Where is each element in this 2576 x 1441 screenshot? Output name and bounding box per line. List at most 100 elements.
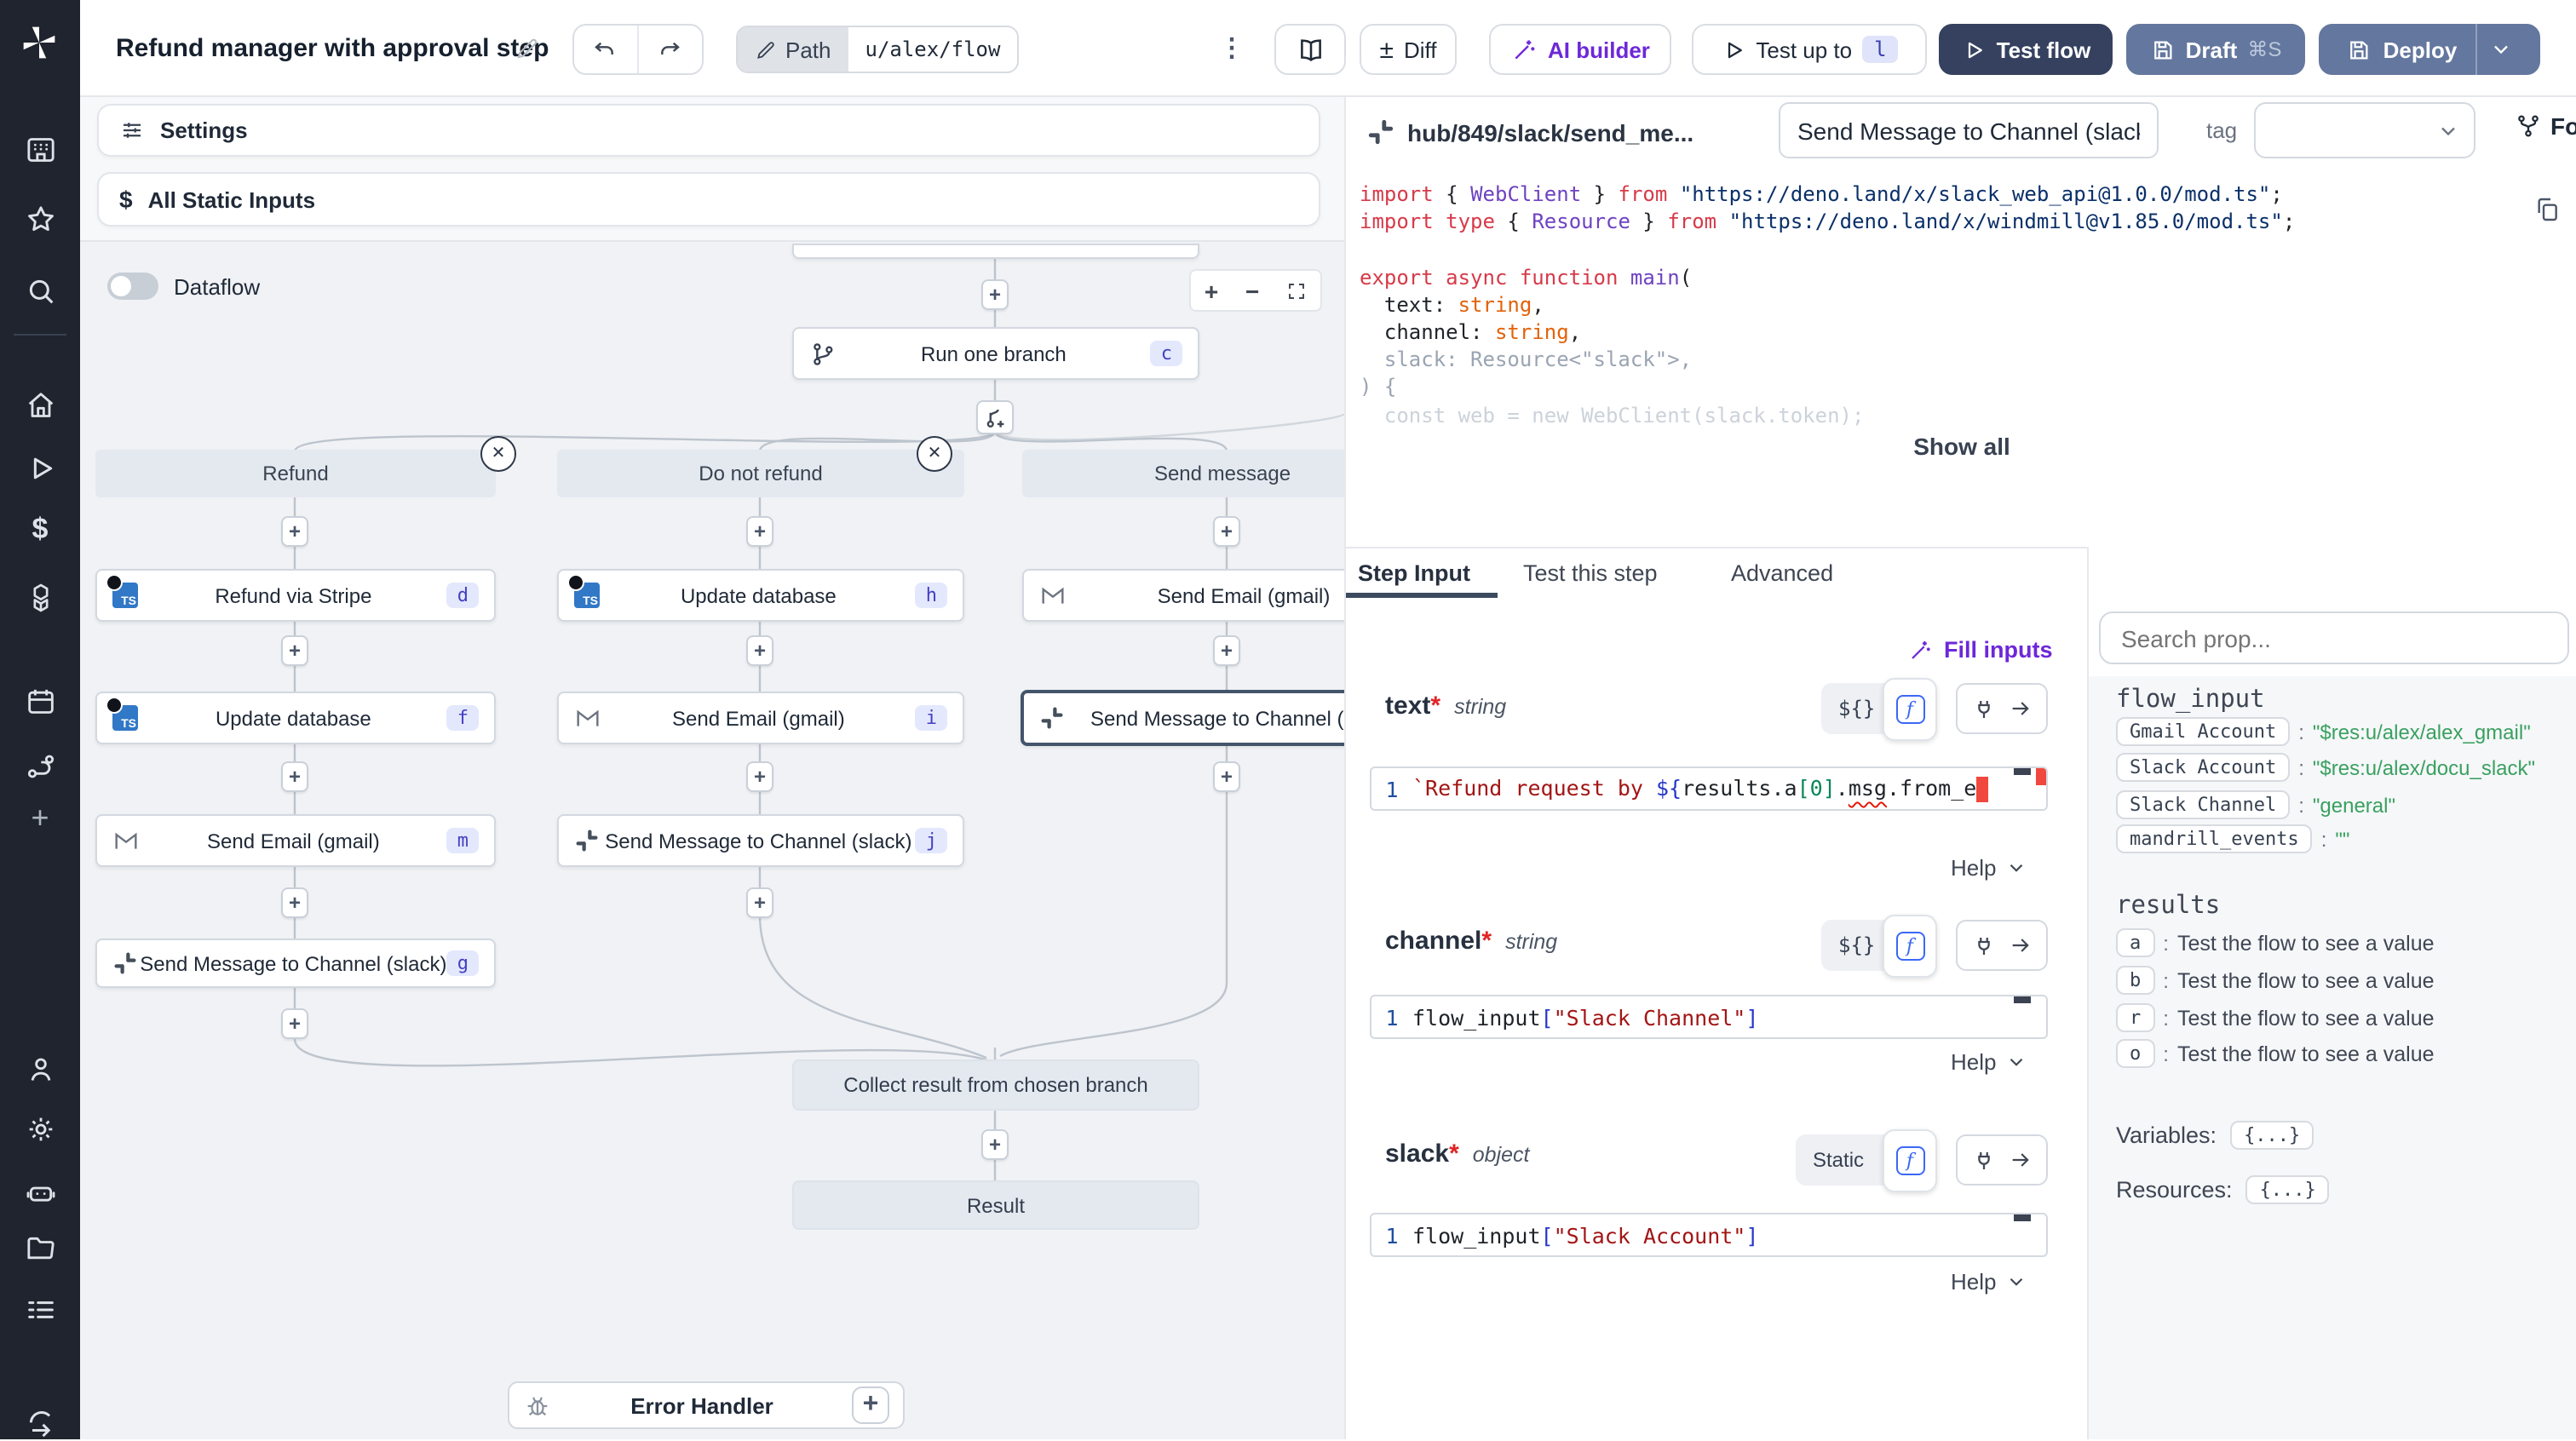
insert-step-plus[interactable]: + [746,635,773,666]
plug-icon[interactable] [1970,696,1996,721]
help-logout-icon[interactable] [0,1407,80,1441]
add-plus-icon[interactable]: + [0,801,80,836]
result-row[interactable]: b: Test the flow to see a value [2116,966,2435,995]
branch-header-do-not-refund[interactable]: Do not refund [557,450,964,497]
resources-row[interactable]: Resources: {...} [2116,1175,2330,1204]
arrow-right-icon[interactable] [2010,933,2033,957]
prop-row[interactable]: Slack Channel: "general" [2116,790,2395,819]
step-node-update-database[interactable]: TS Update database h [557,569,964,622]
audit-list-icon[interactable] [0,1293,80,1327]
slack-expression-editor[interactable]: 1 flow_input["Slack Account"] [1370,1213,2048,1257]
runs-play-icon[interactable] [0,451,80,485]
fork-button[interactable]: Fork [2515,112,2576,140]
path-chip[interactable]: Path u/alex/flow [736,26,1019,73]
step-node-send-message-slack[interactable]: Send Message to Channel (slack) j [557,814,964,867]
insert-step-plus[interactable]: + [1213,635,1240,666]
copy-code-icon[interactable] [2533,196,2561,223]
prop-row[interactable]: Slack Account: "$res:u/alex/docu_slack" [2116,753,2535,782]
insert-step-plus[interactable]: + [1213,761,1240,792]
result-row[interactable]: r: Test the flow to see a value [2116,1003,2435,1032]
result-node[interactable]: Result [792,1180,1199,1230]
redo-button[interactable] [638,26,702,73]
results-title[interactable]: results [2116,893,2220,920]
folders-icon[interactable] [0,1231,80,1266]
branch-header-send-message[interactable]: Send message [1022,450,1344,497]
draft-button[interactable]: Draft ⌘S [2126,24,2305,75]
text-javascript-toggle[interactable]: f [1883,678,1937,741]
insert-step-plus[interactable]: + [981,279,1009,310]
step-node-refund-via-stripe[interactable]: TS Refund via Stripe d [95,569,496,622]
step-node-update-database[interactable]: TS Update database f [95,692,496,744]
remove-branch-close-icon[interactable]: ✕ [917,436,952,472]
insert-step-plus[interactable]: + [746,887,773,918]
routes-icon[interactable] [0,749,80,784]
home-icon[interactable] [0,388,80,422]
show-all-link[interactable]: Show all [1346,433,2576,460]
insert-step-plus[interactable]: + [1213,516,1240,547]
flow-input-title[interactable]: flow_input [2116,686,2265,714]
add-error-handler-plus[interactable]: + [852,1386,889,1424]
variables-row[interactable]: Variables: {...} [2116,1121,2314,1150]
branch-header-refund[interactable]: Refund [95,450,496,497]
prop-row[interactable]: mandrill_events: "" [2116,824,2349,853]
insert-step-plus[interactable]: + [281,761,308,792]
step-node-send-message-slack-selected[interactable]: Send Message to Channel (slack) [1021,690,1344,746]
error-handler-node[interactable]: Error Handler + [508,1381,905,1429]
step-node-send-email[interactable]: Send Email (gmail) i [557,692,964,744]
help-toggle[interactable]: Help [1951,1049,2027,1075]
insert-step-plus[interactable]: + [746,761,773,792]
tag-select[interactable] [2254,102,2475,158]
test-flow-button[interactable]: Test flow [1939,24,2113,75]
search-icon[interactable] [0,274,80,308]
settings-gear-icon[interactable] [0,1112,80,1146]
prop-row[interactable]: Gmail Account: "$res:u/alex/alex_gmail" [2116,717,2531,746]
remove-branch-close-icon[interactable]: ✕ [480,436,516,472]
undo-button[interactable] [574,26,638,73]
tab-test-this-step[interactable]: Test this step [1523,560,1658,586]
arrow-right-icon[interactable] [2010,1148,2033,1172]
hub-script-path[interactable]: hub/849/slack/send_me... [1407,119,1693,146]
diff-button[interactable]: ±Diff [1360,24,1457,75]
insert-step-plus[interactable]: + [281,1008,308,1039]
text-expression-editor[interactable]: 1 `Refund request by ${results.a[0].msg.… [1370,766,2048,811]
insert-step-plus[interactable]: + [281,887,308,918]
favorites-star-icon[interactable] [0,203,80,237]
channel-expression-editor[interactable]: 1 flow_input["Slack Channel"] [1370,995,2048,1039]
insert-step-plus[interactable]: + [281,516,308,547]
variables-dollar-icon[interactable]: $ [0,513,80,547]
collect-result-node[interactable]: Collect result from chosen branch [792,1059,1199,1111]
workers-robot-icon[interactable] [0,1175,80,1209]
ai-builder-button[interactable]: AI builder [1489,24,1671,75]
more-options-kebab-icon[interactable]: ⋮ [1211,27,1252,72]
schedules-calendar-icon[interactable] [0,685,80,719]
tab-step-input[interactable]: Step Input [1358,560,1470,586]
add-branch-button[interactable] [976,400,1014,434]
plug-icon[interactable] [1970,933,1996,958]
tab-advanced[interactable]: Advanced [1731,560,1833,586]
step-name-input[interactable] [1779,102,2159,158]
windmill-logo-icon[interactable] [20,24,58,61]
insert-step-plus[interactable]: + [746,516,773,547]
fill-inputs-button[interactable]: Fill inputs [1908,637,2053,663]
help-toggle[interactable]: Help [1951,1269,2027,1295]
arrow-right-icon[interactable] [2010,697,2033,720]
test-up-to-button[interactable]: Test up to l [1692,24,1927,75]
step-node-send-email[interactable]: Send Email (gmail) [1022,569,1344,622]
run-one-branch-node[interactable]: Run one branch c [792,327,1199,380]
flow-canvas[interactable]: Settings $ All Static Inputs Dataflow + … [80,97,1344,1439]
edit-title-pencil-icon[interactable] [515,36,540,61]
flow-title[interactable]: Refund manager with approval step [116,34,549,63]
step-node-send-email[interactable]: Send Email (gmail) m [95,814,496,867]
workspace-icon[interactable] [0,133,80,167]
input-node-partial[interactable] [792,244,1199,259]
insert-step-plus[interactable]: + [281,635,308,666]
search-props-input[interactable] [2099,611,2569,664]
user-icon[interactable] [0,1053,80,1087]
deploy-button[interactable]: Deploy [2319,24,2540,75]
slack-javascript-toggle[interactable]: f [1883,1129,1937,1192]
step-code-preview[interactable]: import { WebClient } from "https://deno.… [1360,181,2295,428]
docs-book-button[interactable] [1274,24,1346,75]
step-node-send-message-slack[interactable]: Send Message to Channel (slack) g [95,939,496,988]
result-row[interactable]: a: Test the flow to see a value [2116,928,2435,957]
channel-javascript-toggle[interactable]: f [1883,915,1937,978]
